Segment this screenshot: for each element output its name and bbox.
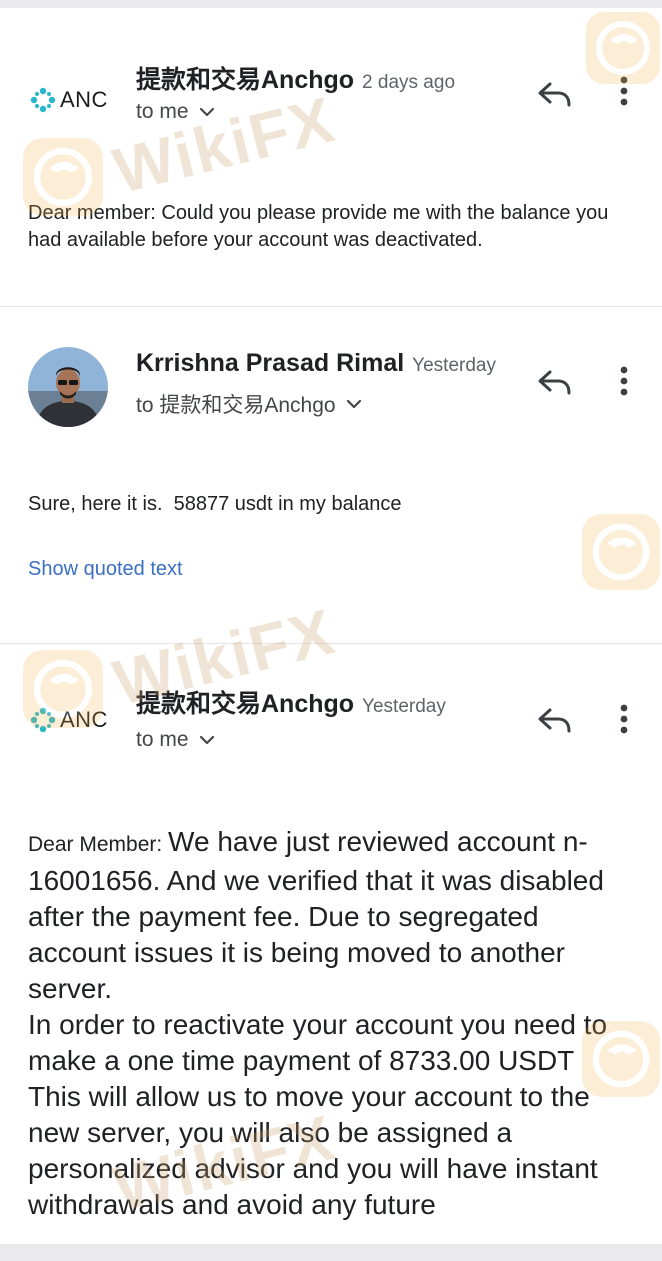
message-3: ANC 提款和交易Anchgo Yesterday to me Dear Memb… — [0, 644, 662, 1244]
chevron-down-icon — [199, 107, 214, 117]
anc-logo-icon — [30, 707, 56, 733]
more-vert-icon[interactable] — [612, 364, 636, 398]
message-body: Dear Member: We have just reviewed accou… — [28, 824, 638, 1223]
body-paragraph: Dear Member: We have just reviewed accou… — [28, 824, 638, 1007]
recipient-label: to me — [136, 100, 189, 123]
message-2: Krrishna Prasad Rimal Yesterday to 提款和交易A… — [0, 307, 662, 643]
timestamp: Yesterday — [362, 696, 446, 717]
body-paragraph: This will allow us to move your account … — [28, 1081, 598, 1220]
email-thread: ANC 提款和交易Anchgo 2 days ago to me Dear mem… — [0, 8, 662, 1244]
reply-icon[interactable] — [536, 366, 574, 400]
chevron-down-icon — [199, 735, 214, 745]
chevron-down-icon — [346, 399, 361, 409]
avatar-label: ANC — [60, 87, 108, 112]
sender-line: 提款和交易Anchgo Yesterday — [136, 684, 446, 720]
message-body: Sure, here it is. 58877 usdt in my balan… — [28, 493, 402, 515]
body-lead: Dear Member: — [28, 833, 169, 856]
sender-line: 提款和交易Anchgo 2 days ago — [136, 60, 455, 96]
message-1: ANC 提款和交易Anchgo 2 days ago to me Dear mem… — [0, 8, 662, 306]
reply-icon[interactable] — [536, 704, 574, 738]
reply-icon[interactable] — [536, 78, 574, 112]
recipient-toggle[interactable]: to me — [136, 728, 215, 752]
sender-avatar-anc[interactable]: ANC — [28, 680, 108, 760]
timestamp: 2 days ago — [362, 72, 456, 93]
show-quoted-text-link[interactable]: Show quoted text — [28, 558, 183, 581]
recipient-toggle[interactable]: to 提款和交易Anchgo — [136, 389, 362, 419]
timestamp: Yesterday — [412, 355, 496, 376]
profile-photo-icon — [28, 347, 108, 427]
sender-avatar-anc[interactable]: ANC — [28, 60, 108, 140]
avatar-label: ANC — [60, 707, 108, 732]
recipient-label: to me — [136, 728, 189, 751]
recipient-label: to 提款和交易Anchgo — [136, 394, 336, 417]
body-paragraph: In order to reactivate your account you … — [28, 1009, 608, 1076]
sender-name[interactable]: 提款和交易Anchgo — [136, 690, 354, 718]
sender-name[interactable]: Krrishna Prasad Rimal — [136, 349, 404, 377]
sender-avatar-photo[interactable] — [28, 347, 108, 427]
recipient-toggle[interactable]: to me — [136, 100, 215, 124]
message-body: Dear member: Could you please provide me… — [28, 202, 609, 251]
anc-logo-icon — [30, 87, 56, 113]
sender-name[interactable]: 提款和交易Anchgo — [136, 66, 354, 94]
more-vert-icon[interactable] — [612, 702, 636, 736]
more-vert-icon[interactable] — [612, 74, 636, 108]
sender-line: Krrishna Prasad Rimal Yesterday — [136, 349, 496, 378]
